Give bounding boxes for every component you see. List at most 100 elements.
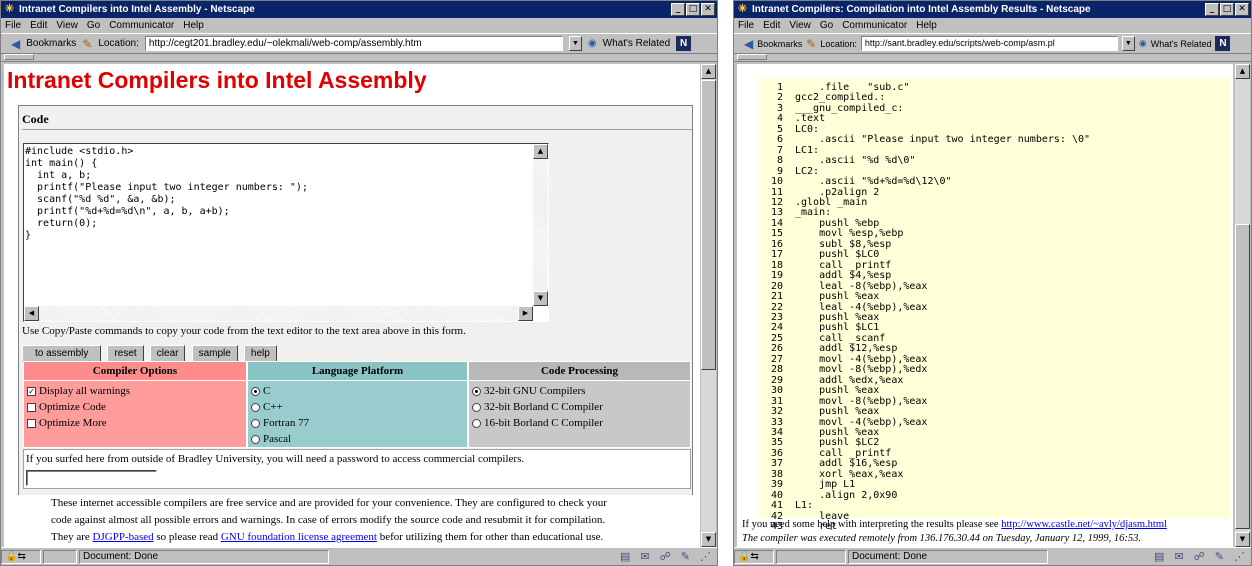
menu-communicator[interactable]: Communicator bbox=[842, 20, 907, 31]
page-vscroll[interactable]: ▲ ▼ bbox=[701, 64, 716, 547]
scroll-thumb[interactable] bbox=[1235, 224, 1250, 529]
resize-grip-icon[interactable]: ⋰ bbox=[700, 550, 711, 563]
bookmarks-button[interactable]: Bookmarks bbox=[26, 38, 76, 49]
code-processing-section: Code Processing 32-bit GNU Compilers 32-… bbox=[468, 361, 691, 448]
bookmarks-icon[interactable]: ◀ bbox=[744, 37, 753, 51]
menu-help[interactable]: Help bbox=[916, 20, 937, 31]
scroll-down-arrow[interactable]: ▼ bbox=[1235, 532, 1250, 547]
title-bar[interactable]: ✳ Intranet Compilers into Intel Assembly… bbox=[1, 1, 717, 18]
navigator-icon[interactable]: ▤ bbox=[1154, 550, 1164, 563]
radio[interactable] bbox=[251, 402, 260, 412]
password-note: If you surfed here from outside of Bradl… bbox=[26, 453, 525, 465]
lang-c-option[interactable]: C bbox=[251, 383, 467, 399]
optimize-code-option[interactable]: Optimize Code bbox=[27, 399, 246, 415]
gnu-32-option[interactable]: 32-bit GNU Compilers bbox=[472, 383, 690, 399]
language-platform-section: Language Platform C C++ Fortran 77 Pasca… bbox=[247, 361, 468, 448]
menu-go[interactable]: Go bbox=[820, 20, 833, 31]
radio[interactable] bbox=[251, 418, 260, 428]
newsgroups-icon[interactable]: ☍ bbox=[1194, 550, 1205, 563]
reset-button[interactable]: reset bbox=[107, 345, 144, 362]
page-vscroll[interactable]: ▲ ▼ bbox=[1235, 64, 1250, 547]
checkbox[interactable] bbox=[27, 402, 36, 412]
whats-related-icon[interactable]: ◉ bbox=[1139, 38, 1147, 49]
url-dropdown-button[interactable]: ▼ bbox=[1121, 36, 1135, 51]
title-bar[interactable]: ✳ Intranet Compilers: Compilation into I… bbox=[734, 1, 1251, 18]
close-button[interactable]: ✕ bbox=[1235, 3, 1249, 16]
textarea-scroll-right[interactable]: ▶ bbox=[518, 306, 533, 321]
toolbar-grip[interactable] bbox=[734, 54, 1251, 62]
textarea-scroll-left[interactable]: ◀ bbox=[24, 306, 39, 321]
djasm-help-link[interactable]: http://www.castle.net/~avly/djasm.html bbox=[1001, 519, 1167, 530]
bookmarks-icon[interactable]: ◀ bbox=[11, 37, 20, 51]
mail-icon[interactable]: ✉ bbox=[1174, 550, 1183, 563]
newsgroups-icon[interactable]: ☍ bbox=[660, 550, 671, 563]
optimize-more-option[interactable]: Optimize More bbox=[27, 415, 246, 431]
whats-related-button[interactable]: What's Related bbox=[1151, 39, 1212, 49]
textarea-scroll-up[interactable]: ▲ bbox=[533, 144, 548, 159]
clear-button[interactable]: clear bbox=[149, 345, 186, 362]
execution-note: The compiler was executed remotely from … bbox=[742, 533, 1142, 544]
menu-file[interactable]: File bbox=[5, 20, 21, 31]
security-icon[interactable]: 🔒⇆ bbox=[1, 549, 41, 564]
help-button[interactable]: help bbox=[243, 345, 277, 362]
radio[interactable] bbox=[472, 402, 481, 412]
radio-selected[interactable] bbox=[251, 386, 260, 396]
toolbar-grip[interactable] bbox=[1, 54, 717, 62]
scroll-thumb[interactable] bbox=[701, 80, 716, 370]
close-button[interactable]: ✕ bbox=[701, 3, 715, 16]
composer-icon[interactable]: ✎ bbox=[1215, 550, 1224, 563]
password-input[interactable] bbox=[26, 470, 157, 486]
sample-button[interactable]: sample bbox=[191, 345, 238, 362]
minimize-button[interactable]: _ bbox=[1205, 3, 1219, 16]
maximize-button[interactable]: □ bbox=[1220, 3, 1234, 16]
whats-related-button[interactable]: What's Related bbox=[603, 38, 671, 49]
radio-selected[interactable] bbox=[472, 386, 481, 396]
maximize-button[interactable]: □ bbox=[686, 3, 700, 16]
location-toolbar: ◀ Bookmarks ✎ Location: http://cegt201.b… bbox=[1, 33, 717, 54]
menu-communicator[interactable]: Communicator bbox=[109, 20, 174, 31]
navigator-icon[interactable]: ▤ bbox=[620, 550, 630, 563]
radio[interactable] bbox=[251, 434, 260, 444]
scroll-down-arrow[interactable]: ▼ bbox=[701, 532, 716, 547]
location-icon[interactable]: ✎ bbox=[82, 37, 92, 51]
textarea-hscroll[interactable]: ◀ ▶ bbox=[24, 306, 533, 321]
url-field[interactable]: http://sant.bradley.edu/scripts/web-comp… bbox=[860, 36, 1118, 51]
composer-icon[interactable]: ✎ bbox=[681, 550, 690, 563]
lang-pascal-option[interactable]: Pascal bbox=[251, 431, 467, 447]
gnu-license-link[interactable]: GNU foundation license agreement bbox=[221, 531, 377, 543]
djgpp-link[interactable]: DJGPP-based bbox=[93, 531, 154, 543]
menu-edit[interactable]: Edit bbox=[763, 20, 780, 31]
menu-file[interactable]: File bbox=[738, 20, 754, 31]
to-assembly-button[interactable]: to assembly bbox=[22, 345, 102, 362]
lang-cpp-option[interactable]: C++ bbox=[251, 399, 467, 415]
security-icon[interactable]: 🔒⇆ bbox=[734, 549, 774, 564]
minimize-button[interactable]: _ bbox=[671, 3, 685, 16]
help-line: If you need some help with interpreting … bbox=[742, 519, 1167, 530]
menu-go[interactable]: Go bbox=[87, 20, 100, 31]
menu-view[interactable]: View bbox=[789, 20, 811, 31]
whats-related-icon[interactable]: ◉ bbox=[588, 38, 597, 49]
lang-fortran-option[interactable]: Fortran 77 bbox=[251, 415, 467, 431]
checkbox[interactable] bbox=[27, 418, 36, 428]
radio[interactable] bbox=[472, 418, 481, 428]
display-warnings-option[interactable]: ✓ Display all warnings bbox=[27, 383, 246, 399]
menu-view[interactable]: View bbox=[56, 20, 78, 31]
menu-edit[interactable]: Edit bbox=[30, 20, 47, 31]
resize-grip-icon[interactable]: ⋰ bbox=[1234, 550, 1245, 563]
mail-icon[interactable]: ✉ bbox=[640, 550, 649, 563]
scroll-up-arrow[interactable]: ▲ bbox=[701, 64, 716, 79]
assembly-line: .align 2,0x90 bbox=[795, 489, 898, 501]
url-dropdown-button[interactable]: ▼ bbox=[568, 36, 582, 51]
url-field[interactable]: http://cegt201.bradley.edu/~olekmali/web… bbox=[144, 36, 563, 51]
code-textarea[interactable]: #include <stdio.h> int main() { int a, b… bbox=[23, 143, 549, 322]
textarea-vscroll[interactable]: ▲ ▼ bbox=[533, 144, 548, 306]
location-icon[interactable]: ✎ bbox=[806, 37, 816, 51]
status-text: Document: Done bbox=[848, 549, 1048, 564]
scroll-up-arrow[interactable]: ▲ bbox=[1235, 64, 1250, 79]
textarea-scroll-down[interactable]: ▼ bbox=[533, 291, 548, 306]
bookmarks-button[interactable]: Bookmarks bbox=[757, 39, 802, 49]
borland-32-option[interactable]: 32-bit Borland C Compiler bbox=[472, 399, 690, 415]
menu-help[interactable]: Help bbox=[183, 20, 204, 31]
checkbox-checked[interactable]: ✓ bbox=[27, 386, 36, 396]
borland-16-option[interactable]: 16-bit Borland C Compiler bbox=[472, 415, 690, 431]
